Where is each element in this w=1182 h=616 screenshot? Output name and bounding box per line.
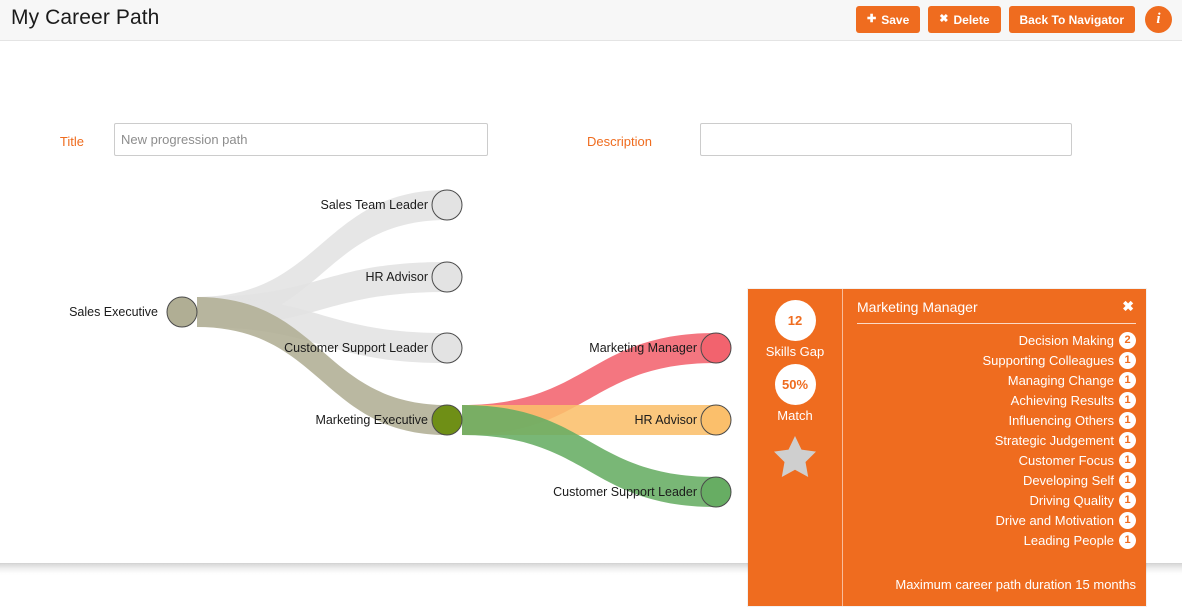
skill-row: Decision Making 2 bbox=[1019, 330, 1136, 350]
skill-count-badge: 1 bbox=[1119, 471, 1136, 489]
save-button[interactable]: ✚ Save bbox=[856, 6, 921, 33]
skill-name: Achieving Results bbox=[1010, 392, 1114, 408]
skill-name: Developing Self bbox=[1022, 472, 1114, 488]
skill-row: Influencing Others 1 bbox=[1008, 410, 1136, 430]
header-actions: ✚ Save ✖ Delete Back To Navigator i bbox=[856, 6, 1172, 33]
skill-count-badge: 1 bbox=[1119, 451, 1136, 469]
skills-gap-list: Decision Making 2 Supporting Colleagues 1 Ma… bbox=[857, 330, 1136, 550]
panel-role-title: Marketing Manager bbox=[857, 299, 978, 315]
career-node-label: Sales Executive bbox=[69, 305, 158, 319]
skill-row: Driving Quality 1 bbox=[1029, 490, 1136, 510]
skill-count-badge: 1 bbox=[1119, 511, 1136, 529]
form-row: Title Description bbox=[0, 40, 1182, 156]
career-node-hr-advisor-top[interactable] bbox=[431, 261, 463, 293]
career-node-hr-advisor-bottom[interactable] bbox=[700, 404, 732, 436]
skill-row: Leading People 1 bbox=[1024, 530, 1136, 550]
skill-name: Drive and Motivation bbox=[995, 512, 1115, 528]
skill-row: Strategic Judgement 1 bbox=[995, 430, 1136, 450]
career-node-customer-support-leader-bottom[interactable] bbox=[700, 476, 732, 508]
back-to-navigator-label: Back To Navigator bbox=[1019, 12, 1124, 27]
role-detail-body: Marketing Manager ✖ Decision Making 2 Supp… bbox=[842, 289, 1146, 606]
skill-count-badge: 1 bbox=[1119, 371, 1136, 389]
back-to-navigator-button[interactable]: Back To Navigator bbox=[1008, 6, 1135, 33]
skill-name: Managing Change bbox=[1007, 372, 1114, 388]
career-node-label: HR Advisor bbox=[365, 270, 428, 284]
skill-row: Customer Focus 1 bbox=[1019, 450, 1136, 470]
skill-name: Influencing Others bbox=[1008, 412, 1114, 428]
skill-count-badge: 1 bbox=[1119, 391, 1136, 409]
skill-count-badge: 1 bbox=[1119, 531, 1136, 549]
plus-icon: ✚ bbox=[867, 13, 877, 25]
role-detail-panel: 12 Skills Gap 50% Match Marketing Manage… bbox=[748, 289, 1146, 606]
skill-name: Customer Focus bbox=[1018, 452, 1114, 468]
skill-row: Drive and Motivation 1 bbox=[995, 510, 1136, 530]
career-node-sales-team-leader[interactable] bbox=[431, 189, 463, 221]
match-value: 50% bbox=[774, 364, 816, 405]
skill-row: Supporting Colleagues 1 bbox=[982, 350, 1136, 370]
skill-count-badge: 2 bbox=[1119, 331, 1136, 349]
info-icon[interactable]: i bbox=[1145, 6, 1172, 33]
career-node-marketing-manager[interactable] bbox=[700, 332, 732, 364]
panel-divider bbox=[857, 323, 1136, 324]
save-button-label: Save bbox=[881, 12, 910, 27]
skill-row: Managing Change 1 bbox=[1008, 370, 1136, 390]
skill-count-badge: 1 bbox=[1119, 431, 1136, 449]
skill-count-badge: 1 bbox=[1119, 491, 1136, 509]
skill-count-badge: 1 bbox=[1119, 411, 1136, 429]
close-icon[interactable]: ✖ bbox=[1120, 299, 1136, 313]
match-caption: Match bbox=[777, 408, 813, 423]
career-path-duration-text: Maximum career path duration 15 months bbox=[895, 577, 1136, 592]
panel-header-row: Marketing Manager ✖ bbox=[857, 299, 1136, 315]
skill-row: Achieving Results 1 bbox=[1011, 390, 1136, 410]
career-node-sales-executive[interactable] bbox=[166, 296, 198, 328]
skill-name: Leading People bbox=[1023, 532, 1114, 548]
skill-name: Driving Quality bbox=[1029, 492, 1114, 508]
career-node-label: Customer Support Leader bbox=[553, 485, 697, 499]
skill-row: Developing Self 1 bbox=[1023, 470, 1136, 490]
skill-count-badge: 1 bbox=[1119, 351, 1136, 369]
skill-name: Strategic Judgement bbox=[994, 432, 1114, 448]
star-icon[interactable] bbox=[772, 434, 818, 483]
page-title: My Career Path bbox=[11, 6, 160, 29]
delete-button-label: Delete bbox=[953, 12, 990, 27]
career-node-label: HR Advisor bbox=[634, 413, 697, 427]
career-node-label: Customer Support Leader bbox=[284, 341, 428, 355]
career-node-label: Marketing Executive bbox=[315, 413, 428, 427]
delete-button[interactable]: ✖ Delete bbox=[928, 6, 1001, 33]
career-node-marketing-executive[interactable] bbox=[431, 404, 463, 436]
skill-name: Supporting Colleagues bbox=[982, 352, 1114, 368]
role-summary-column: 12 Skills Gap 50% Match bbox=[748, 289, 842, 606]
cross-icon: ✖ bbox=[939, 13, 949, 25]
app-header: My Career Path ✚ Save ✖ Delete Back To N… bbox=[0, 0, 1182, 41]
skills-gap-value: 12 bbox=[774, 300, 816, 341]
career-node-label: Sales Team Leader bbox=[321, 198, 428, 212]
skill-name: Decision Making bbox=[1018, 332, 1114, 348]
skills-gap-caption: Skills Gap bbox=[765, 344, 825, 359]
career-node-customer-support-leader-top[interactable] bbox=[431, 332, 463, 364]
career-node-label: Marketing Manager bbox=[589, 341, 697, 355]
